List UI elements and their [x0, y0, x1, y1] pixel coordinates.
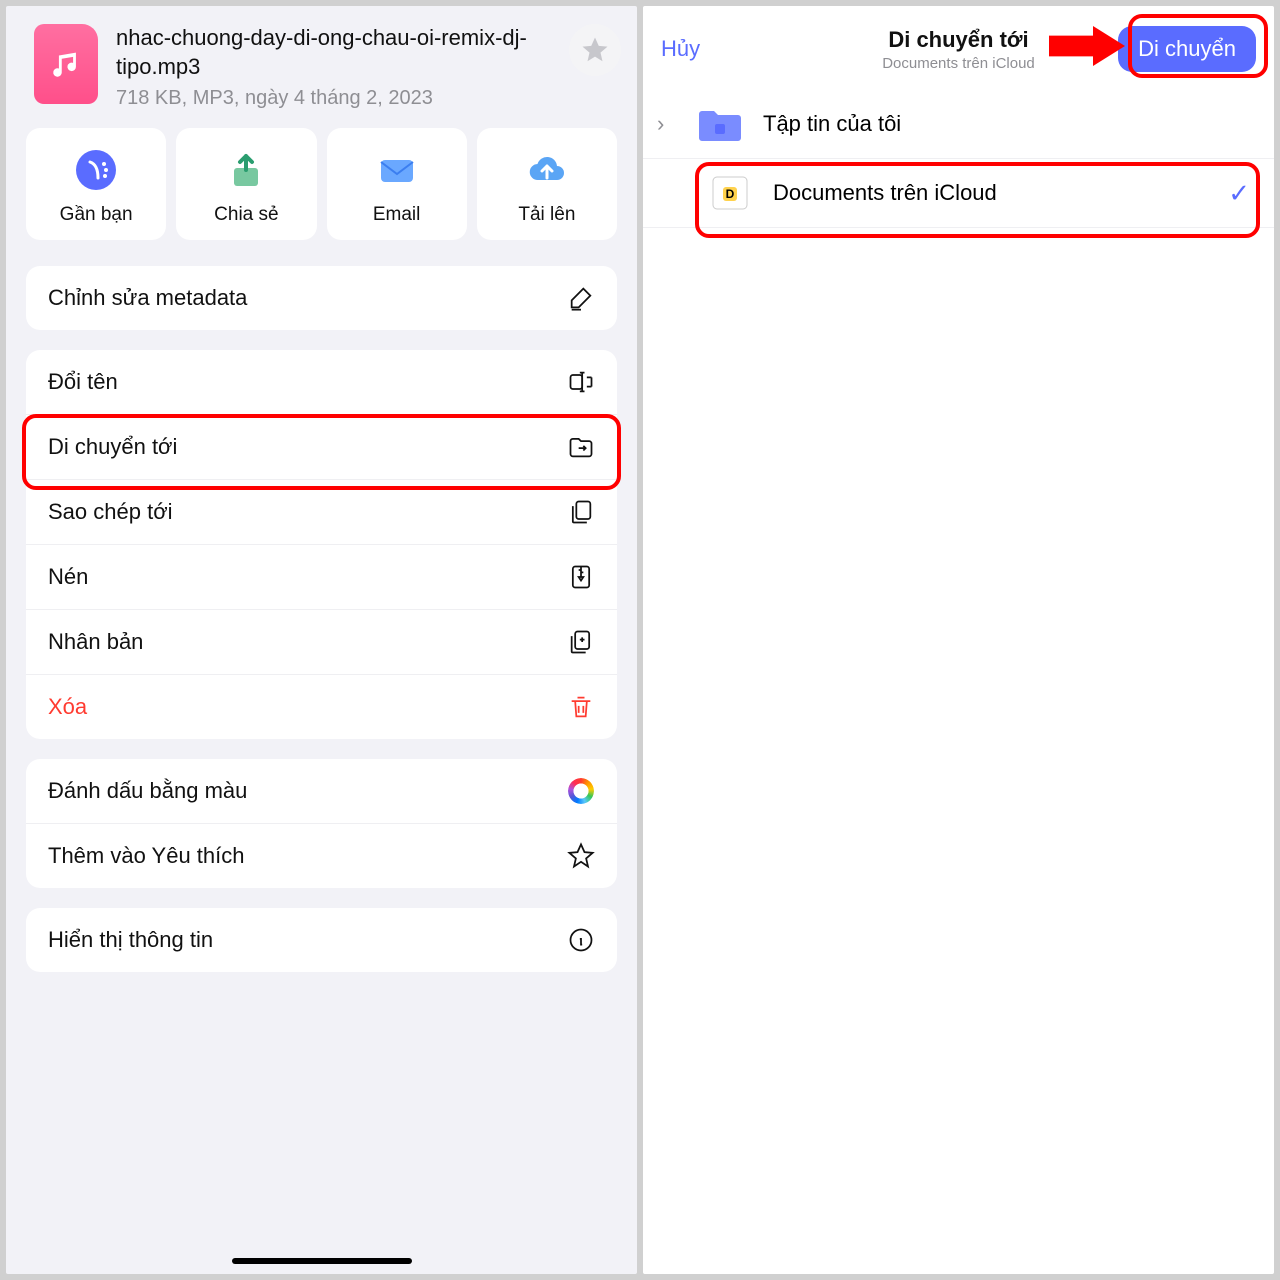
upload-icon	[523, 146, 571, 194]
file-subtitle: 718 KB, MP3, ngày 4 tháng 2, 2023	[116, 87, 551, 110]
nearby-label: Gần bạn	[60, 204, 133, 226]
file-header: nhac-chuong-day-di-ong-chau-oi-remix-dj-…	[6, 6, 637, 128]
folder-icon	[695, 104, 745, 144]
duplicate-icon	[567, 628, 595, 656]
zip-icon	[567, 563, 595, 591]
move-button[interactable]: Di chuyển	[1118, 26, 1256, 72]
compress-row[interactable]: Nén	[26, 545, 617, 610]
upload-label: Tải lên	[518, 204, 575, 226]
rename-row[interactable]: Đổi tên	[26, 350, 617, 415]
pencil-icon	[567, 284, 595, 312]
color-tag-label: Đánh dấu bằng màu	[48, 778, 247, 804]
info-icon	[567, 926, 595, 954]
star-button[interactable]	[569, 24, 621, 76]
folder-list: › Tập tin của tôi D Documents trên iClou…	[643, 84, 1274, 228]
file-name: nhac-chuong-day-di-ong-chau-oi-remix-dj-…	[116, 24, 551, 81]
quick-actions: Gần bạn Chia sẻ Email Tải lên	[6, 128, 637, 260]
delete-row[interactable]: Xóa	[26, 675, 617, 739]
rename-label: Đổi tên	[48, 369, 118, 395]
favorite-row[interactable]: Thêm vào Yêu thích	[26, 824, 617, 888]
color-tag-row[interactable]: Đánh dấu bằng màu	[26, 759, 617, 824]
trash-icon	[567, 693, 595, 721]
share-icon	[222, 146, 270, 194]
delete-label: Xóa	[48, 694, 87, 720]
compress-label: Nén	[48, 564, 88, 590]
right-pane: Hủy Di chuyển tới Documents trên iCloud …	[643, 6, 1274, 1274]
copy-to-row[interactable]: Sao chép tới	[26, 480, 617, 545]
music-file-icon	[34, 24, 98, 104]
chevron-right-icon: ›	[657, 111, 677, 137]
folder-arrow-icon	[567, 433, 595, 461]
nearby-button[interactable]: Gần bạn	[26, 128, 166, 240]
arrow-icon	[1049, 18, 1129, 74]
folder-icloud-row[interactable]: D Documents trên iCloud ✓	[643, 159, 1274, 228]
folder-myfiles-label: Tập tin của tôi	[763, 111, 901, 137]
info-row[interactable]: Hiển thị thông tin	[26, 908, 617, 972]
cancel-button[interactable]: Hủy	[661, 36, 700, 62]
edit-metadata-label: Chỉnh sửa metadata	[48, 285, 247, 311]
duplicate-row[interactable]: Nhân bản	[26, 610, 617, 675]
email-icon	[373, 146, 421, 194]
duplicate-label: Nhân bản	[48, 629, 143, 655]
color-wheel-icon	[567, 777, 595, 805]
email-label: Email	[373, 204, 421, 226]
folder-myfiles-row[interactable]: › Tập tin của tôi	[643, 90, 1274, 159]
edit-metadata-row[interactable]: Chỉnh sửa metadata	[26, 266, 617, 330]
share-label: Chia sẻ	[214, 204, 278, 226]
rename-icon	[567, 368, 595, 396]
check-icon: ✓	[1228, 178, 1250, 209]
copy-icon	[567, 498, 595, 526]
info-label: Hiển thị thông tin	[48, 927, 213, 953]
email-button[interactable]: Email	[327, 128, 467, 240]
move-to-label: Di chuyển tới	[48, 434, 177, 460]
left-pane: nhac-chuong-day-di-ong-chau-oi-remix-dj-…	[6, 6, 637, 1274]
upload-button[interactable]: Tải lên	[477, 128, 617, 240]
home-indicator	[232, 1258, 412, 1264]
nav-bar: Hủy Di chuyển tới Documents trên iCloud …	[643, 6, 1274, 84]
favorite-label: Thêm vào Yêu thích	[48, 843, 245, 869]
copy-to-label: Sao chép tới	[48, 499, 173, 525]
folder-icloud-label: Documents trên iCloud	[773, 180, 997, 206]
nearby-icon	[72, 146, 120, 194]
move-button-label: Di chuyển	[1138, 36, 1236, 61]
documents-icon: D	[705, 173, 755, 213]
move-to-row[interactable]: Di chuyển tới	[26, 415, 617, 480]
share-button[interactable]: Chia sẻ	[176, 128, 316, 240]
svg-text:D: D	[726, 187, 735, 201]
star-outline-icon	[567, 842, 595, 870]
